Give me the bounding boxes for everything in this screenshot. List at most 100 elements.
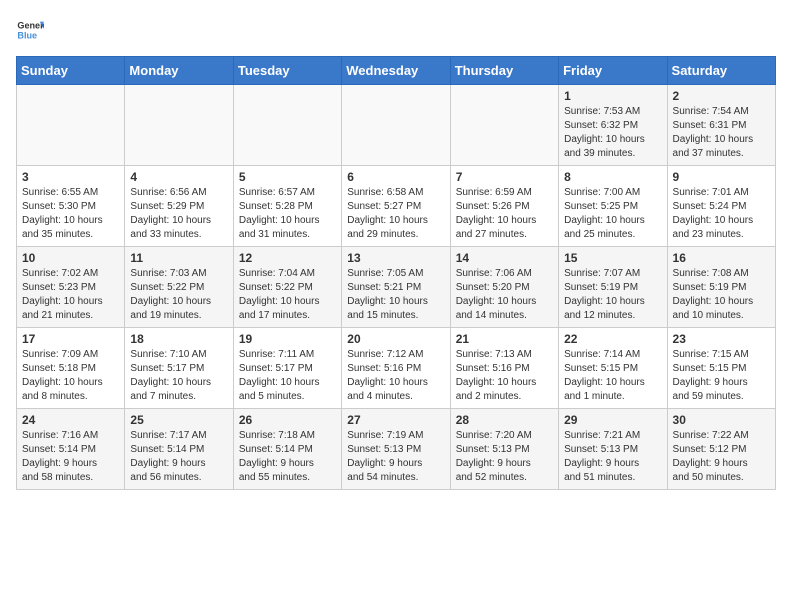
calendar-cell: 16 Sunrise: 7:08 AM Sunset: 5:19 PM Dayli…	[667, 247, 775, 328]
day-number: 9	[673, 170, 770, 184]
calendar-cell: 1 Sunrise: 7:53 AM Sunset: 6:32 PM Daylig…	[559, 85, 667, 166]
calendar-cell: 4 Sunrise: 6:56 AM Sunset: 5:29 PM Daylig…	[125, 166, 233, 247]
weekday-header-monday: Monday	[125, 57, 233, 85]
day-info: Sunrise: 7:04 AM Sunset: 5:22 PM Dayligh…	[239, 267, 336, 323]
day-info: Sunrise: 7:02 AM Sunset: 5:23 PM Dayligh…	[22, 267, 119, 323]
calendar-cell: 23Sunrise: 7:15 AM Sunset: 5:15 PM Dayli…	[667, 328, 775, 409]
day-info: Sunrise: 7:54 AM Sunset: 6:31 PM Dayligh…	[673, 105, 770, 161]
day-info: Sunrise: 7:14 AM Sunset: 5:15 PM Dayligh…	[564, 348, 661, 404]
day-number: 4	[130, 170, 227, 184]
calendar-cell: 20 Sunrise: 7:12 AM Sunset: 5:16 PM Dayli…	[342, 328, 450, 409]
day-info: Sunrise: 7:01 AM Sunset: 5:24 PM Dayligh…	[673, 186, 770, 242]
day-number: 24	[22, 413, 119, 427]
day-info: Sunrise: 7:06 AM Sunset: 5:20 PM Dayligh…	[456, 267, 553, 323]
day-number: 10	[22, 251, 119, 265]
day-info: Sunrise: 6:55 AM Sunset: 5:30 PM Dayligh…	[22, 186, 119, 242]
calendar-cell: 22 Sunrise: 7:14 AM Sunset: 5:15 PM Dayli…	[559, 328, 667, 409]
calendar-cell	[17, 85, 125, 166]
day-number: 17	[22, 332, 119, 346]
calendar-cell: 3 Sunrise: 6:55 AM Sunset: 5:30 PM Daylig…	[17, 166, 125, 247]
calendar-cell: 25 Sunrise: 7:17 AM Sunset: 5:14 PM Dayli…	[125, 409, 233, 490]
calendar-cell: 18 Sunrise: 7:10 AM Sunset: 5:17 PM Dayli…	[125, 328, 233, 409]
calendar-cell: 21 Sunrise: 7:13 AM Sunset: 5:16 PM Dayli…	[450, 328, 558, 409]
weekday-header-row: SundayMondayTuesdayWednesdayThursdayFrid…	[17, 57, 776, 85]
calendar-cell: 7 Sunrise: 6:59 AM Sunset: 5:26 PM Daylig…	[450, 166, 558, 247]
day-info: Sunrise: 7:08 AM Sunset: 5:19 PM Dayligh…	[673, 267, 770, 323]
calendar-cell: 30Sunrise: 7:22 AM Sunset: 5:12 PM Dayli…	[667, 409, 775, 490]
day-number: 20	[347, 332, 444, 346]
calendar-cell: 13Sunrise: 7:05 AM Sunset: 5:21 PM Dayli…	[342, 247, 450, 328]
day-info: Sunrise: 7:53 AM Sunset: 6:32 PM Dayligh…	[564, 105, 661, 161]
calendar-cell: 8Sunrise: 7:00 AM Sunset: 5:25 PM Daylig…	[559, 166, 667, 247]
logo-icon: General Blue	[16, 16, 44, 44]
day-info: Sunrise: 7:05 AM Sunset: 5:21 PM Dayligh…	[347, 267, 444, 323]
logo: General Blue	[16, 16, 44, 44]
day-number: 6	[347, 170, 444, 184]
svg-text:Blue: Blue	[17, 30, 37, 40]
day-number: 28	[456, 413, 553, 427]
day-number: 5	[239, 170, 336, 184]
calendar-cell: 28 Sunrise: 7:20 AM Sunset: 5:13 PM Dayli…	[450, 409, 558, 490]
weekday-header-saturday: Saturday	[667, 57, 775, 85]
weekday-header-tuesday: Tuesday	[233, 57, 341, 85]
calendar-cell	[125, 85, 233, 166]
day-number: 7	[456, 170, 553, 184]
day-number: 18	[130, 332, 227, 346]
calendar-cell: 19Sunrise: 7:11 AM Sunset: 5:17 PM Dayli…	[233, 328, 341, 409]
day-info: Sunrise: 7:19 AM Sunset: 5:13 PM Dayligh…	[347, 429, 444, 485]
weekday-header-sunday: Sunday	[17, 57, 125, 85]
day-number: 12	[239, 251, 336, 265]
calendar-cell: 14 Sunrise: 7:06 AM Sunset: 5:20 PM Dayli…	[450, 247, 558, 328]
day-info: Sunrise: 7:10 AM Sunset: 5:17 PM Dayligh…	[130, 348, 227, 404]
day-info: Sunrise: 7:09 AM Sunset: 5:18 PM Dayligh…	[22, 348, 119, 404]
day-info: Sunrise: 6:59 AM Sunset: 5:26 PM Dayligh…	[456, 186, 553, 242]
calendar-cell: 17 Sunrise: 7:09 AM Sunset: 5:18 PM Dayli…	[17, 328, 125, 409]
day-number: 3	[22, 170, 119, 184]
day-number: 14	[456, 251, 553, 265]
calendar-cell: 26Sunrise: 7:18 AM Sunset: 5:14 PM Dayli…	[233, 409, 341, 490]
calendar-cell: 12 Sunrise: 7:04 AM Sunset: 5:22 PM Dayli…	[233, 247, 341, 328]
page-header: General Blue	[16, 16, 776, 44]
day-info: Sunrise: 7:15 AM Sunset: 5:15 PM Dayligh…	[673, 348, 770, 404]
calendar-week-5: 24Sunrise: 7:16 AM Sunset: 5:14 PM Dayli…	[17, 409, 776, 490]
day-info: Sunrise: 7:03 AM Sunset: 5:22 PM Dayligh…	[130, 267, 227, 323]
weekday-header-thursday: Thursday	[450, 57, 558, 85]
calendar-cell: 11 Sunrise: 7:03 AM Sunset: 5:22 PM Dayli…	[125, 247, 233, 328]
calendar-cell	[342, 85, 450, 166]
day-info: Sunrise: 7:22 AM Sunset: 5:12 PM Dayligh…	[673, 429, 770, 485]
day-number: 21	[456, 332, 553, 346]
calendar-cell: 2 Sunrise: 7:54 AM Sunset: 6:31 PM Daylig…	[667, 85, 775, 166]
calendar-cell: 27 Sunrise: 7:19 AM Sunset: 5:13 PM Dayli…	[342, 409, 450, 490]
calendar-week-3: 10 Sunrise: 7:02 AM Sunset: 5:23 PM Dayli…	[17, 247, 776, 328]
day-number: 29	[564, 413, 661, 427]
day-info: Sunrise: 7:21 AM Sunset: 5:13 PM Dayligh…	[564, 429, 661, 485]
calendar-cell	[233, 85, 341, 166]
day-info: Sunrise: 6:58 AM Sunset: 5:27 PM Dayligh…	[347, 186, 444, 242]
day-number: 22	[564, 332, 661, 346]
day-info: Sunrise: 7:12 AM Sunset: 5:16 PM Dayligh…	[347, 348, 444, 404]
day-number: 1	[564, 89, 661, 103]
day-info: Sunrise: 7:11 AM Sunset: 5:17 PM Dayligh…	[239, 348, 336, 404]
day-info: Sunrise: 6:56 AM Sunset: 5:29 PM Dayligh…	[130, 186, 227, 242]
calendar-cell: 15Sunrise: 7:07 AM Sunset: 5:19 PM Dayli…	[559, 247, 667, 328]
calendar-cell: 5 Sunrise: 6:57 AM Sunset: 5:28 PM Daylig…	[233, 166, 341, 247]
day-number: 2	[673, 89, 770, 103]
calendar-week-4: 17 Sunrise: 7:09 AM Sunset: 5:18 PM Dayli…	[17, 328, 776, 409]
day-info: Sunrise: 7:13 AM Sunset: 5:16 PM Dayligh…	[456, 348, 553, 404]
day-number: 15	[564, 251, 661, 265]
weekday-header-wednesday: Wednesday	[342, 57, 450, 85]
day-number: 16	[673, 251, 770, 265]
day-info: Sunrise: 7:17 AM Sunset: 5:14 PM Dayligh…	[130, 429, 227, 485]
weekday-header-friday: Friday	[559, 57, 667, 85]
calendar-week-2: 3 Sunrise: 6:55 AM Sunset: 5:30 PM Daylig…	[17, 166, 776, 247]
day-info: Sunrise: 7:20 AM Sunset: 5:13 PM Dayligh…	[456, 429, 553, 485]
day-number: 27	[347, 413, 444, 427]
day-number: 25	[130, 413, 227, 427]
day-info: Sunrise: 6:57 AM Sunset: 5:28 PM Dayligh…	[239, 186, 336, 242]
calendar-cell: 24Sunrise: 7:16 AM Sunset: 5:14 PM Dayli…	[17, 409, 125, 490]
calendar-cell: 10 Sunrise: 7:02 AM Sunset: 5:23 PM Dayli…	[17, 247, 125, 328]
calendar-table: SundayMondayTuesdayWednesdayThursdayFrid…	[16, 56, 776, 490]
day-number: 11	[130, 251, 227, 265]
day-info: Sunrise: 7:00 AM Sunset: 5:25 PM Dayligh…	[564, 186, 661, 242]
calendar-cell: 29 Sunrise: 7:21 AM Sunset: 5:13 PM Dayli…	[559, 409, 667, 490]
